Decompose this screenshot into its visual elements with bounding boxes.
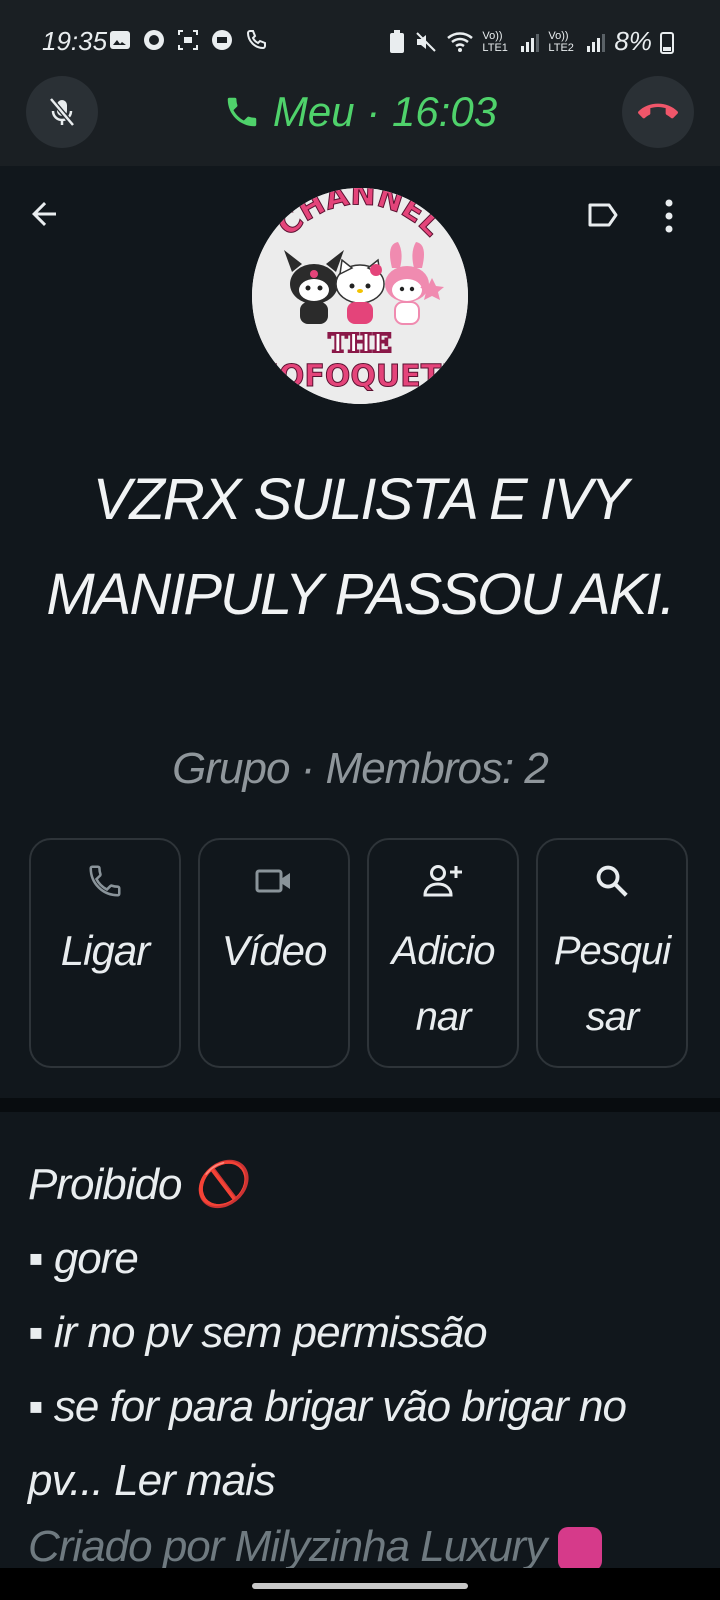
media-icon: [212, 30, 232, 50]
creator-emoji-icon: [557, 1527, 602, 1572]
search-button[interactable]: Pesqui sar: [536, 838, 688, 1068]
description-line: ▪ se for para brigar vão brigar no pv...…: [28, 1370, 708, 1518]
avatar-text-mid: THE: [328, 329, 392, 359]
phone-icon: [227, 97, 257, 127]
battery-saver-icon: [390, 29, 405, 53]
end-call-button[interactable]: [622, 76, 694, 148]
gallery-icon: [110, 31, 130, 49]
app-notification-icon: [144, 30, 164, 50]
creator-label: Criado por Milyzinha Luxury: [28, 1522, 547, 1571]
signal-2-icon: [587, 33, 606, 52]
wifi-icon: [447, 31, 474, 52]
group-members-count: Grupo · Membros: 2: [172, 744, 549, 793]
label-icon[interactable]: [586, 200, 620, 230]
add-member-button-label: Adicio nar: [391, 929, 496, 1039]
signal-1-icon: [521, 33, 540, 52]
status-time: 19:35: [42, 26, 108, 56]
network-1-label: Vo)) LTE1: [482, 29, 508, 54]
call-button-label: Ligar: [60, 927, 150, 974]
group-description[interactable]: Proibido 🚫 ▪ gore ▪ ir no pv sem permiss…: [28, 1148, 708, 1518]
battery-level: 8%: [614, 26, 652, 56]
section-divider: [0, 1098, 720, 1112]
battery-charging-icon: [660, 31, 674, 54]
hang-up-icon: [638, 103, 678, 119]
home-gesture-handle[interactable]: [252, 1583, 468, 1589]
group-avatar[interactable]: CHANNEL THE FOFOQUETE: [252, 188, 468, 404]
description-line: ▪ ir no pv sem permissão: [28, 1308, 488, 1357]
network-2-label: Vo)) LTE2: [548, 29, 574, 54]
group-avatar-image: CHANNEL THE FOFOQUETE: [252, 188, 468, 404]
description-line: ▪ gore: [28, 1234, 139, 1283]
video-button-label: Vídeo: [221, 927, 328, 974]
description-line: Proibido 🚫: [28, 1160, 247, 1209]
phone-status-icon: [246, 30, 266, 50]
search-icon: [596, 865, 628, 897]
screenshot-icon: [178, 30, 198, 50]
phone-icon: [89, 865, 121, 897]
mute-icon: [416, 31, 437, 52]
call-title-text: Meu · 16:03: [272, 88, 498, 135]
notification-icons: [108, 28, 268, 52]
system-status-icons: Vo)) LTE1 Vo)) LTE2 8%: [388, 26, 674, 57]
group-name[interactable]: VZRX SULISTA E IVY MANIPULY PASSOU AKI.: [40, 452, 680, 642]
add-member-button[interactable]: Adicio nar: [367, 838, 519, 1068]
video-button[interactable]: Vídeo: [198, 838, 350, 1068]
read-more-link[interactable]: Ler mais: [114, 1456, 276, 1505]
created-by-text: Criado por Milyzinha Luxury: [28, 1522, 602, 1572]
search-button-label: Pesqui sar: [553, 929, 671, 1039]
call-banner-title[interactable]: Meu · 16:03: [0, 88, 720, 136]
status-bar: 19:35 Vo)) LTE1 Vo)) LTE2 8%: [0, 0, 720, 82]
call-button[interactable]: Ligar: [29, 838, 181, 1068]
video-icon: [255, 869, 290, 893]
add-user-icon: [423, 865, 462, 897]
back-arrow-icon[interactable]: [26, 196, 62, 232]
more-options-icon[interactable]: [664, 198, 674, 234]
